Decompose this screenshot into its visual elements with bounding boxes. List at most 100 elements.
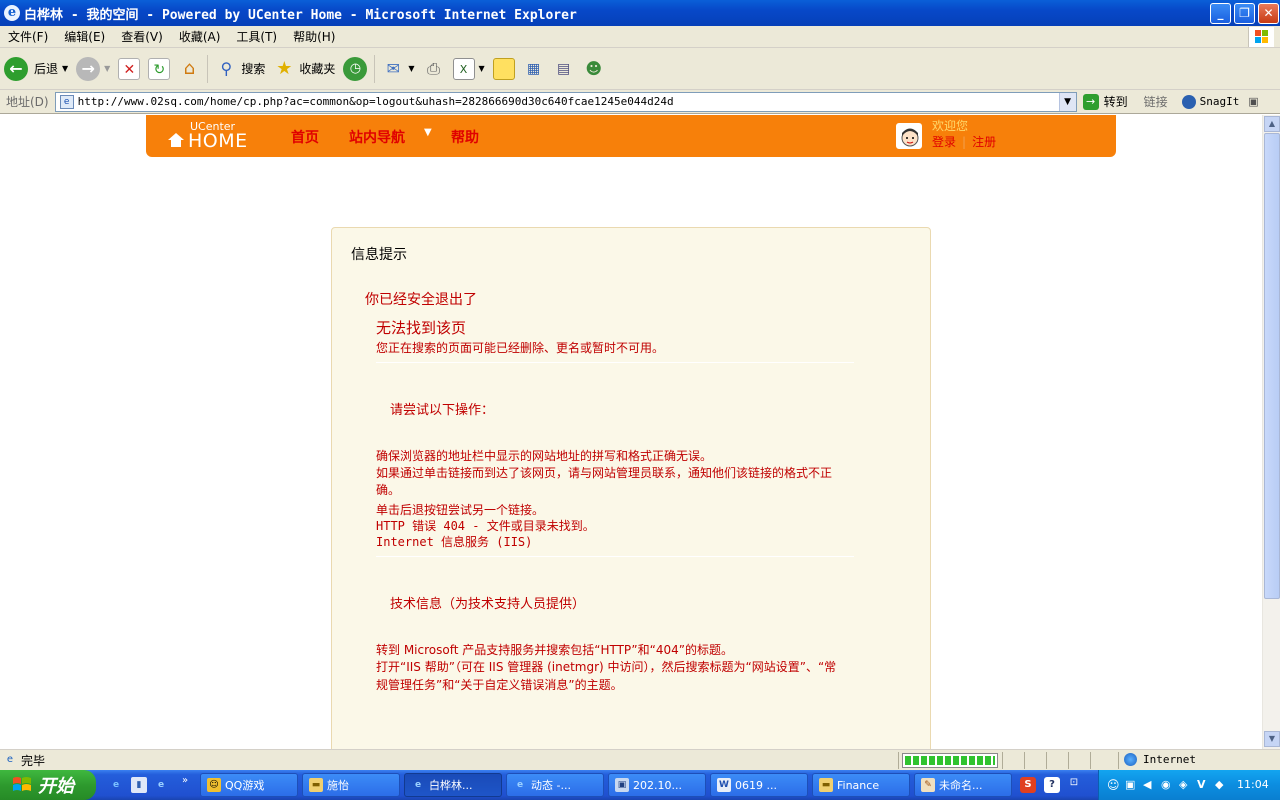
globe-icon [1124,753,1137,766]
menu-help[interactable]: 帮助(H) [285,28,343,45]
back-button[interactable]: ← 后退 ▼ [0,52,72,86]
paint-icon: ✎ [921,778,935,792]
minimize-button[interactable]: _ [1210,3,1231,24]
go-button[interactable]: → 转到 [1082,93,1128,110]
print-icon: ⎙ [427,58,440,78]
register-link[interactable]: 注册 [972,135,996,149]
menu-bar: 文件(F) 编辑(E) 查看(V) 收藏(A) 工具(T) 帮助(H) [0,26,1280,48]
divider [1046,752,1047,769]
try-item: 如果通过单击链接而到达了该网页，请与网站管理员联系，通知他们该链接的格式不正确。 [376,466,833,497]
message-box: 信息提示 你已经安全退出了 无法找到该页 您正在搜索的页面可能已经删除、更名或暂… [331,227,931,749]
clock[interactable]: 11:04 [1237,778,1269,791]
home-button[interactable]: ⌂ [174,52,204,86]
search-icon: ⚲ [220,58,233,78]
go-arrow-icon: → [1082,93,1099,110]
window-title-bar[interactable]: e 白桦林 - 我的空间 - Powered by UCenter Home -… [0,0,1280,26]
desktop-icon[interactable]: ▮ [131,777,147,793]
menu-view[interactable]: 查看(V) [113,28,171,45]
task-folder-finance[interactable]: ▬ Finance [812,773,910,797]
http-error: HTTP 错误 404 - 文件或目录未找到。 [376,519,595,533]
error-subtitle: 您正在搜索的页面可能已经删除、更名或暂时不可用。 [376,341,665,355]
research-button[interactable]: ▤ [549,52,579,86]
qq-icon: ☺ [207,778,221,792]
task-network[interactable]: ▣ 202.10... [608,773,706,797]
refresh-button[interactable]: ↻ [144,52,174,86]
maximize-button[interactable]: ❐ [1234,3,1255,24]
links-button[interactable]: 链接 [1144,93,1168,110]
refresh-icon: ↻ [148,57,171,80]
search-button[interactable]: ⚲ 搜索 [211,52,269,86]
print-button[interactable]: ⎙ [419,52,449,86]
uchome-logo[interactable]: UCenter HOME [168,121,248,151]
messenger-button[interactable]: ▦ [519,52,549,86]
avatar[interactable] [896,123,922,149]
zone-label: Internet [1143,753,1196,766]
antivirus-icon[interactable]: ◉ [1161,778,1171,791]
nav-home[interactable]: 首页 [291,127,319,147]
try-item: 确保浏览器的地址栏中显示的网站地址的拼写和格式正确无误。 [376,449,713,463]
task-word-doc[interactable]: W 0619 ... [710,773,808,797]
task-qq-game[interactable]: ☺ QQ游戏 [200,773,298,797]
divider [376,556,854,557]
network-tray-icon[interactable]: ▣ [1125,778,1135,791]
address-url[interactable]: http://www.02sq.com/home/cp.php?ac=commo… [78,95,674,108]
forward-arrow-icon: → [76,56,101,81]
address-input[interactable]: e http://www.02sq.com/home/cp.php?ac=com… [54,91,1077,112]
chevron-down-icon[interactable]: ▼ [62,64,68,73]
snagit-capture-icon[interactable]: ▣ [1245,94,1261,110]
scroll-up-icon[interactable]: ▲ [1264,116,1280,132]
start-label: 开始 [38,776,74,797]
vertical-scrollbar[interactable]: ▲ ▼ [1262,115,1280,749]
favorites-button[interactable]: ★ 收藏夹 [269,52,339,86]
chevron-down-icon[interactable]: ▼ [104,64,110,73]
chevron-down-icon[interactable]: ▼ [424,127,432,138]
security-zone[interactable]: Internet [1124,753,1196,766]
tech-item: 打开“IIS 帮助”（可在 IIS 管理器 (inetmgr) 中访问），然后搜… [376,660,837,692]
task-folder-shiyi[interactable]: ▬ 施怡 [302,773,400,797]
menu-file[interactable]: 文件(F) [0,28,56,45]
nav-site-navigation[interactable]: 站内导航 [349,127,405,147]
nav-help[interactable]: 帮助 [451,127,479,147]
help-icon[interactable]: ? [1044,777,1060,793]
ie-icon[interactable]: e [153,777,169,793]
scroll-down-icon[interactable]: ▼ [1264,731,1280,747]
chevron-down-icon[interactable]: ▼ [479,64,485,73]
snagit-button[interactable]: SnagIt [1181,94,1239,109]
stop-button[interactable]: ✕ [114,52,144,86]
menu-edit[interactable]: 编辑(E) [56,28,113,45]
scroll-thumb[interactable] [1264,133,1280,599]
start-button[interactable]: 开始 [0,770,96,800]
window-title: 白桦林 - 我的空间 - Powered by UCenter Home - M… [24,7,577,23]
sogou-input-icon[interactable]: S [1020,777,1036,793]
task-ie-dongtai[interactable]: e 动态 -... [506,773,604,797]
qq-tray-icon[interactable]: ☺ [1107,778,1120,792]
login-link[interactable]: 登录 [932,135,956,149]
chevron-down-icon[interactable]: ▼ [408,64,414,73]
folder-icon: ▬ [309,778,323,792]
history-button[interactable]: ◷ [339,52,371,86]
ie-icon[interactable]: e [108,777,124,793]
shield-icon[interactable]: ◆ [1215,778,1223,791]
divider [376,362,854,363]
users-button[interactable]: ☻ [579,52,609,86]
notes-button[interactable] [489,52,519,86]
ie-icon: e [4,5,20,21]
menu-favorites[interactable]: 收藏(A) [171,28,229,45]
edit-button[interactable]: X ▼ [449,52,489,86]
chevron-right-icon[interactable]: » [177,773,193,789]
chevron-down-icon[interactable]: ▼ [1058,92,1076,111]
iis-label: Internet 信息服务 (IIS) [376,535,533,549]
status-bar: e 完毕 Internet [0,749,1280,770]
forward-button[interactable]: → ▼ [72,52,114,86]
users-icon: ☻ [585,58,603,78]
task-ie-baihualin[interactable]: e 白桦林... [404,773,502,797]
task-paint[interactable]: ✎ 未命名... [914,773,1012,797]
volume-icon[interactable]: ◀ [1143,778,1151,791]
language-bar-icon[interactable]: ⊡ [1066,775,1082,791]
menu-tools[interactable]: 工具(T) [228,28,285,45]
close-button[interactable]: ✕ [1258,3,1279,24]
divider [1024,752,1025,769]
mail-button[interactable]: ✉ ▼ [378,52,418,86]
v-tray-icon[interactable]: V [1197,778,1206,791]
update-icon[interactable]: ◈ [1179,778,1187,791]
